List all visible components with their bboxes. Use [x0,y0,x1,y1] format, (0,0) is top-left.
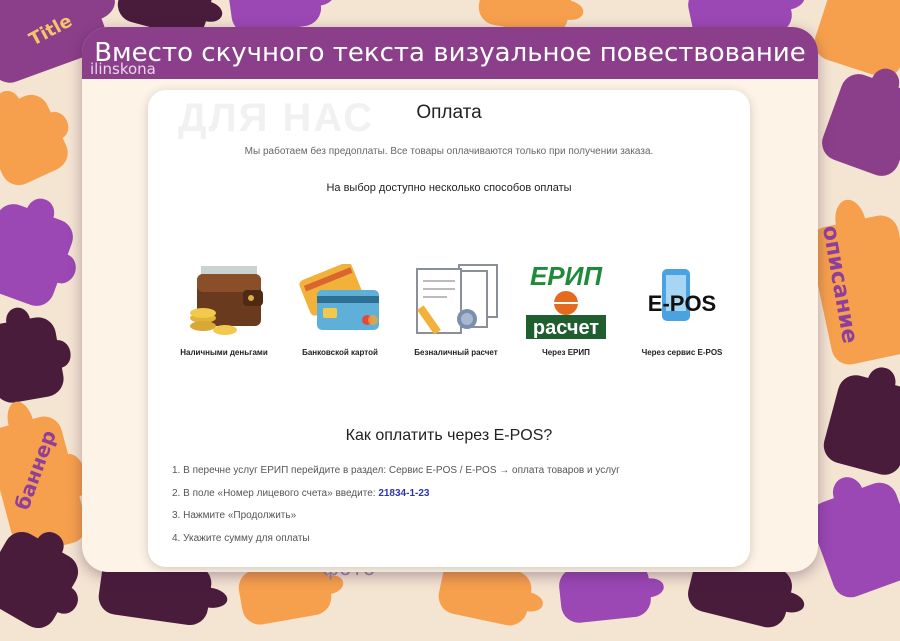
step-number: 4. [172,532,181,544]
method-label: Через ЕРИП [542,348,590,357]
step-text: В перечне услуг ЕРИП перейдите в раздел:… [183,465,620,476]
list-item: 2. В поле «Номер лицевого счета» введите… [172,483,620,506]
method-erip[interactable]: ЕРИП расчет Через ЕРИП [510,260,622,357]
step-number: 3. [172,510,181,521]
puzzle-piece [0,199,78,311]
payment-methods: Наличными деньгами Банковской картой Без… [168,260,748,370]
bank-card-icon [284,260,396,342]
method-cash[interactable]: Наличными деньгами [168,260,280,357]
account-code: 21834-1-23 [378,487,430,499]
step-text: Нажмите «Продолжить» [183,510,297,521]
headline-banner: Вместо скучного текста визуальное повест… [82,27,818,79]
puzzle-piece [817,69,900,181]
headline: Вместо скучного текста визуальное повест… [94,38,806,68]
method-label: Наличными деньгами [180,348,268,357]
epos-logo-text: E-POS [648,291,716,316]
method-label: Через сервис E-POS [641,348,723,357]
wallet-icon [168,260,280,342]
erip-logo-bottom: расчет [533,317,599,339]
step-number: 1. [172,465,181,476]
method-cashless[interactable]: Безналичный расчет [400,260,512,357]
erip-logo: ЕРИП расчет [510,260,622,342]
method-label: Безналичный расчет [414,348,498,357]
documents-icon [400,260,512,342]
erip-logo-top: ЕРИП [530,261,603,291]
step-number: 2. [172,487,181,499]
step-text: В поле «Номер лицевого счета» введите: [183,487,379,499]
epos-logo: E-POS [626,260,738,342]
choice-text: На выбор доступно несколько способов опл… [326,182,572,194]
puzzle-piece [0,88,74,192]
author-watermark: ilinskona [90,60,156,78]
list-item: 3. Нажмите «Продолжить» [172,505,620,528]
method-epos[interactable]: E-POS Через сервис E-POS [626,260,738,357]
method-label: Банковской картой [302,348,378,357]
puzzle-piece [0,314,67,406]
content-frame: Вместо скучного текста визуальное повест… [82,27,818,572]
intro-text: Мы работаем без предоплаты. Все товары о… [244,146,654,157]
puzzle-piece [819,371,900,479]
payment-card: ДЛЯ НАС Оплата Мы работаем без предоплат… [148,90,750,567]
list-item: 1. В перечне услуг ЕРИП перейдите в разд… [172,460,620,483]
puzzle-piece [805,477,900,603]
steps-list: 1. В перечне услуг ЕРИП перейдите в разд… [158,460,620,550]
page-title: Оплата [416,102,482,123]
howto-title: Как оплатить через E-POS? [345,427,553,444]
method-bank-card[interactable]: Банковской картой [284,260,396,357]
step-text: Укажите сумму для оплаты [183,532,310,544]
list-item: 4. Укажите сумму для оплаты [172,528,620,551]
